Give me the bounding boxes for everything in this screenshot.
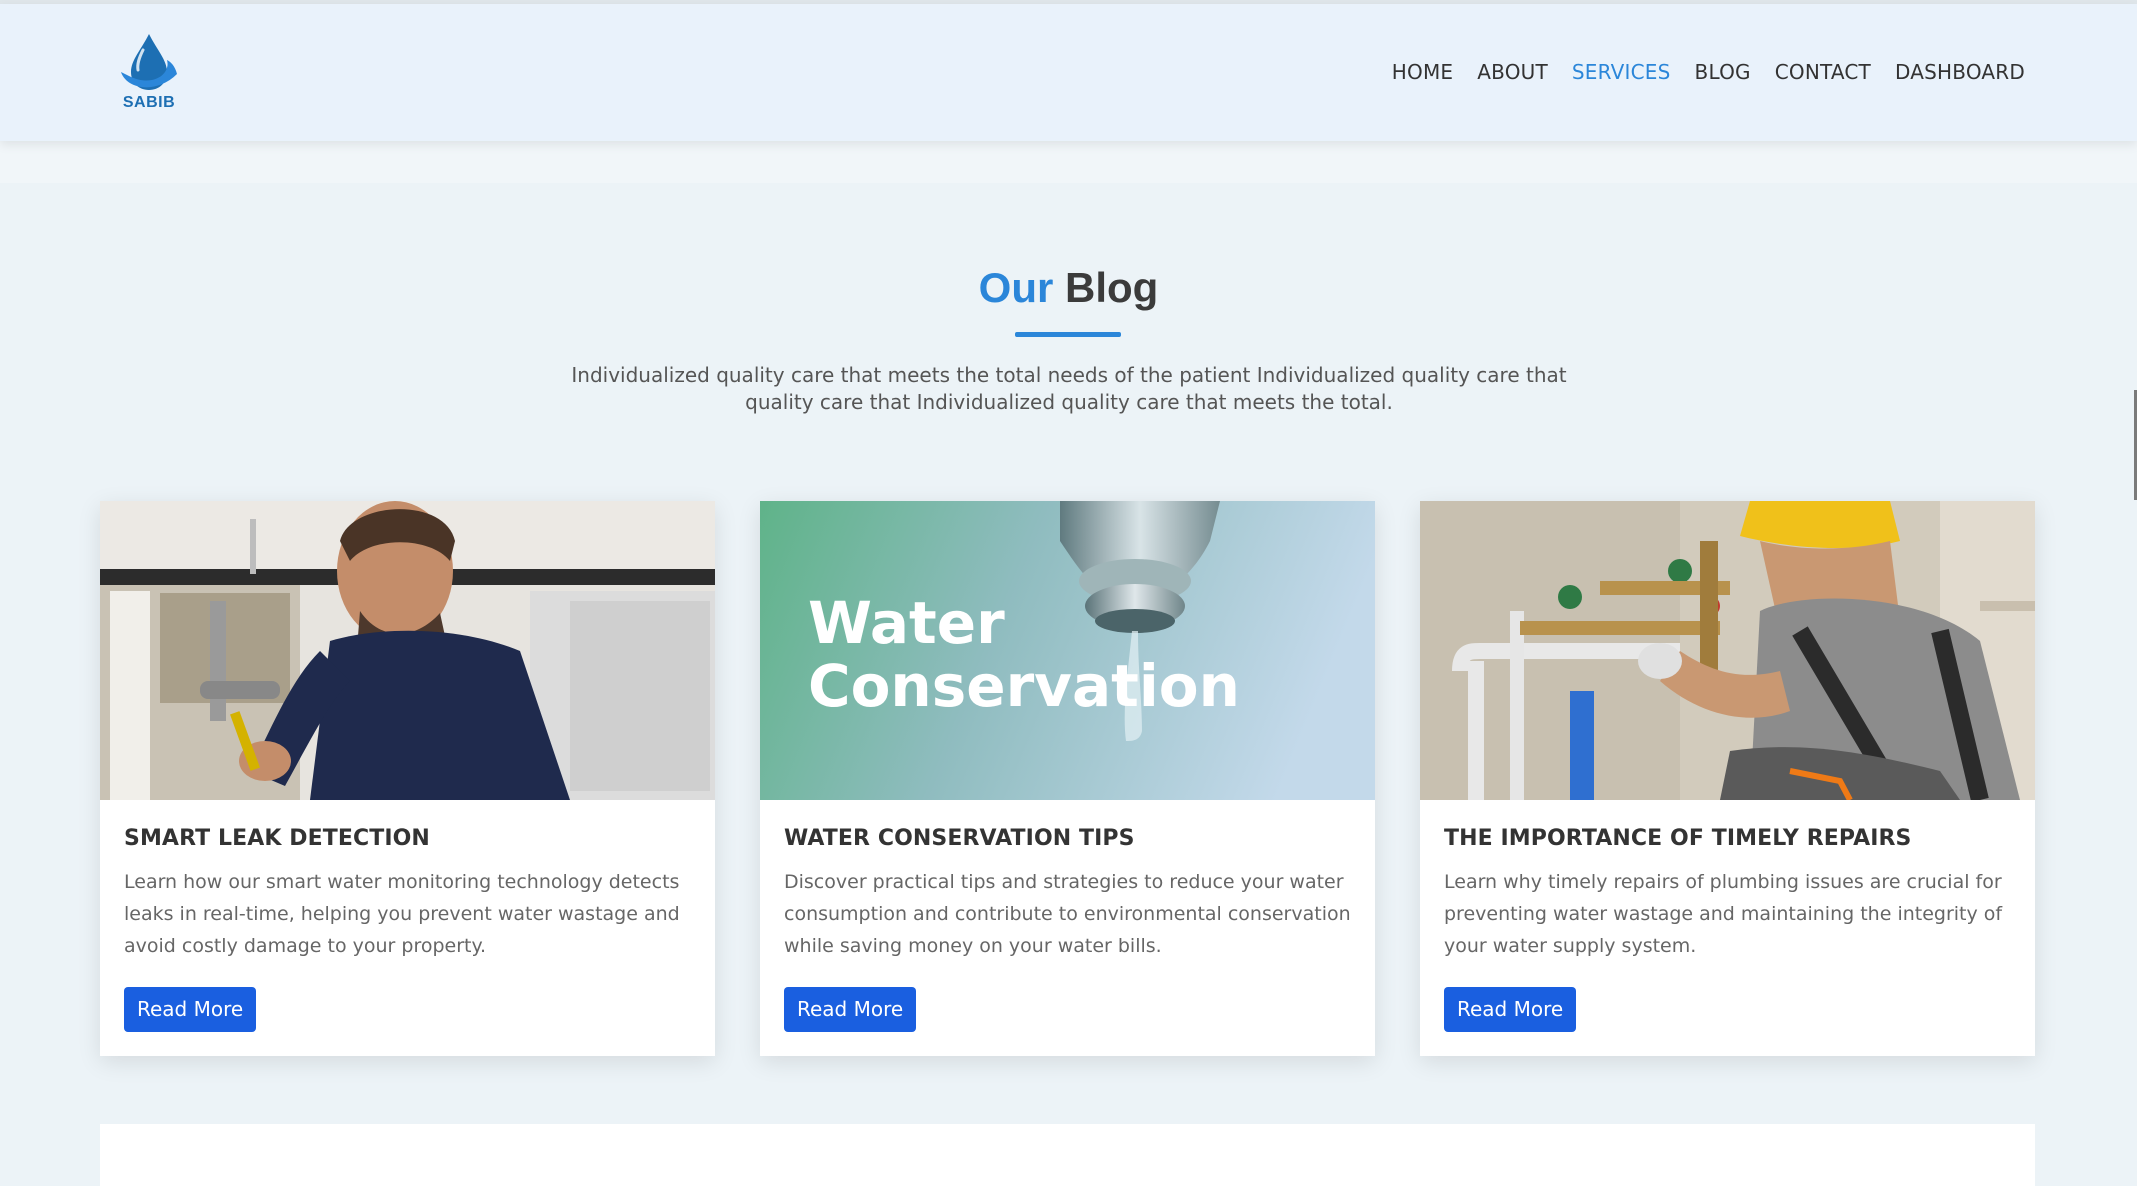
nav-home[interactable]: HOME — [1392, 60, 1453, 84]
nav-blog[interactable]: BLOG — [1695, 60, 1751, 84]
title-underline — [1015, 332, 1121, 337]
worker-repairing-pipes-image — [1420, 501, 2035, 800]
nav-about[interactable]: ABOUT — [1477, 60, 1548, 84]
header-sub-band — [0, 141, 2137, 183]
section-title-accent: Our — [978, 264, 1054, 311]
image-text-line2: Conservation — [808, 652, 1240, 720]
blog-card-leak-detection: SMART LEAK DETECTION Learn how our smart… — [100, 501, 715, 1056]
section-description: Individualized quality care that meets t… — [571, 363, 1567, 414]
card-text: Learn why timely repairs of plumbing iss… — [1444, 871, 2003, 957]
image-text-line1: Water — [808, 589, 1005, 657]
plumber-under-sink-image — [100, 501, 715, 800]
next-section-panel — [100, 1124, 2035, 1186]
blog-card-timely-repairs: THE IMPORTANCE OF TIMELY REPAIRS Learn w… — [1420, 501, 2035, 1056]
read-more-button[interactable]: Read More — [784, 987, 917, 1032]
nav-dashboard[interactable]: DASHBOARD — [1895, 60, 2025, 84]
card-text: Learn how our smart water monitoring tec… — [124, 871, 680, 957]
card-title: SMART LEAK DETECTION — [124, 826, 430, 851]
card-title: WATER CONSERVATION TIPS — [784, 826, 1135, 851]
section-title: Our Blog — [0, 264, 2137, 312]
brand-name: SABIB — [122, 94, 176, 111]
water-drop-logo-icon — [121, 34, 177, 90]
site-header: SABIB HOME ABOUT SERVICES BLOG CONTACT D… — [0, 4, 2137, 141]
water-conservation-image: Water Conservation — [760, 501, 1375, 800]
section-title-rest: Blog — [1065, 264, 1159, 311]
card-title: THE IMPORTANCE OF TIMELY REPAIRS — [1444, 826, 1912, 851]
blog-card-conservation-tips: Water Conservation WATER CONSERVATION TI… — [760, 501, 1375, 1056]
main-nav: HOME ABOUT SERVICES BLOG CONTACT DASHBOA… — [1392, 60, 2025, 84]
brand-logo[interactable]: SABIB — [113, 32, 193, 120]
read-more-button[interactable]: Read More — [124, 987, 257, 1032]
read-more-button[interactable]: Read More — [1444, 987, 1577, 1032]
card-text: Discover practical tips and strategies t… — [784, 871, 1351, 957]
nav-services[interactable]: SERVICES — [1572, 60, 1671, 84]
nav-contact[interactable]: CONTACT — [1775, 60, 1871, 84]
